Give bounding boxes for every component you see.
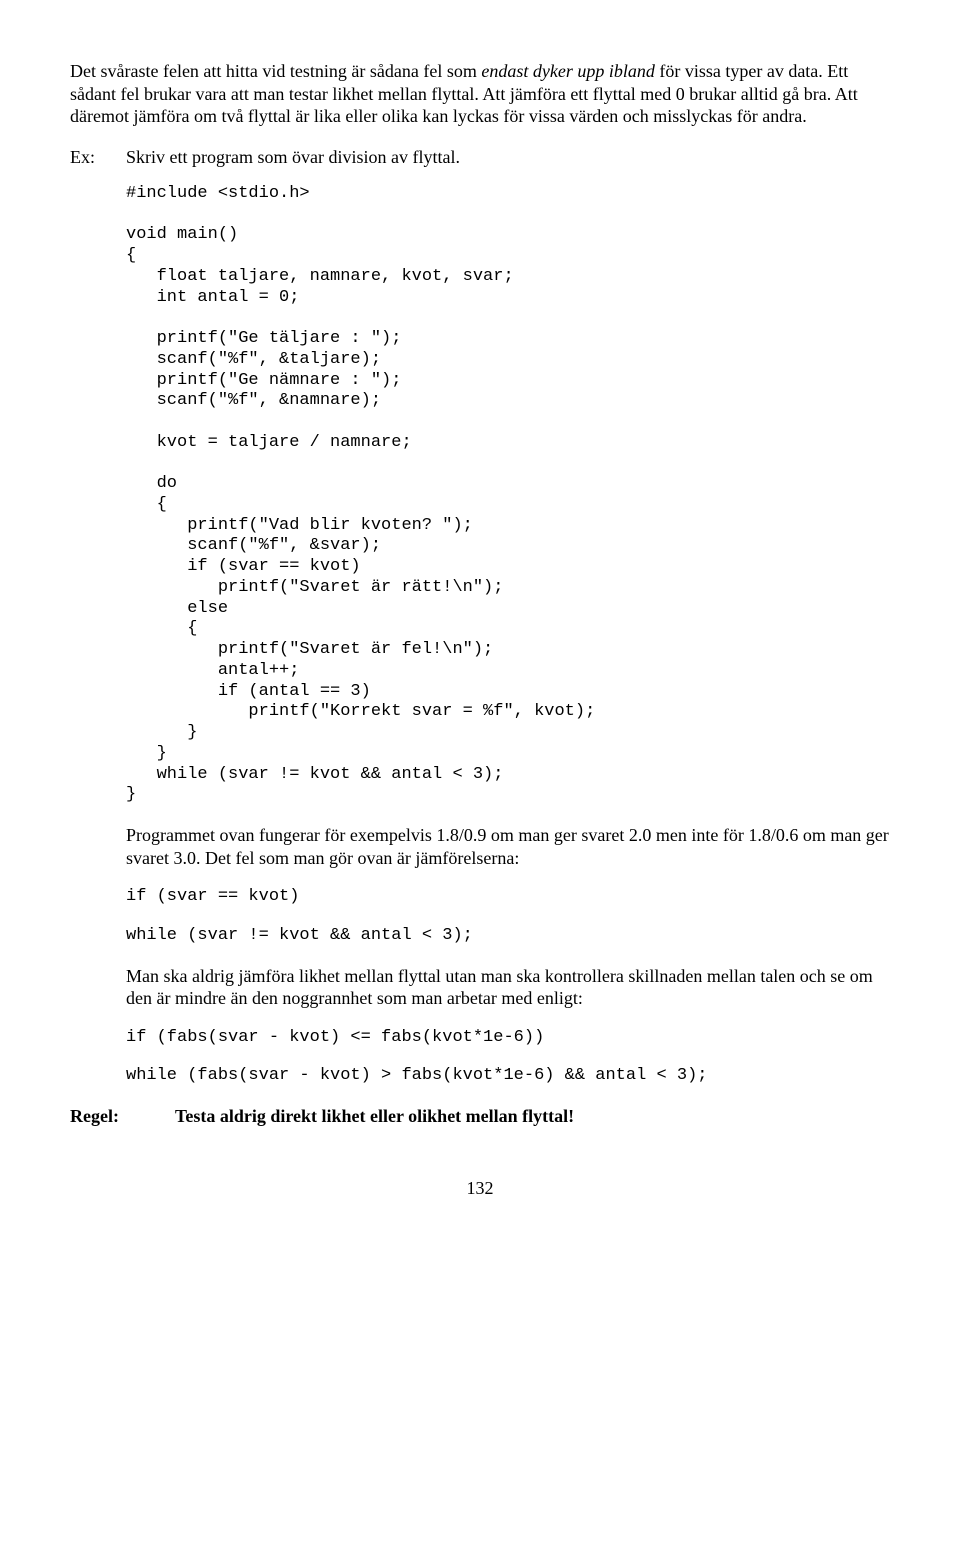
code-snippet-fabs-if: if (fabs(svar - kvot) <= fabs(kvot*1e-6)… xyxy=(126,1028,890,1049)
intro-text-a: Det svåraste felen att hitta vid testnin… xyxy=(70,61,481,81)
advice-paragraph: Man ska aldrig jämföra likhet mellan fly… xyxy=(126,965,890,1010)
rule-text: Testa aldrig direkt likhet eller olikhet… xyxy=(175,1105,890,1128)
code-snippet-if: if (svar == kvot) xyxy=(126,887,890,908)
intro-paragraph: Det svåraste felen att hitta vid testnin… xyxy=(70,60,890,128)
intro-text-italic: endast dyker upp ibland xyxy=(481,61,654,81)
example-text: Skriv ett program som övar division av f… xyxy=(126,146,890,169)
example-row: Ex: Skriv ett program som övar division … xyxy=(70,146,890,169)
code-snippet-while: while (svar != kvot && antal < 3); xyxy=(126,926,890,947)
page-number: 132 xyxy=(70,1177,890,1200)
rule-label: Regel: xyxy=(70,1105,175,1128)
rule-row: Regel: Testa aldrig direkt likhet eller … xyxy=(70,1105,890,1128)
code-snippet-fabs-while: while (fabs(svar - kvot) > fabs(kvot*1e-… xyxy=(126,1066,890,1087)
code-block-main: #include <stdio.h> void main() { float t… xyxy=(126,184,890,806)
example-label: Ex: xyxy=(70,146,126,169)
explain-paragraph: Programmet ovan fungerar för exempelvis … xyxy=(126,824,890,869)
